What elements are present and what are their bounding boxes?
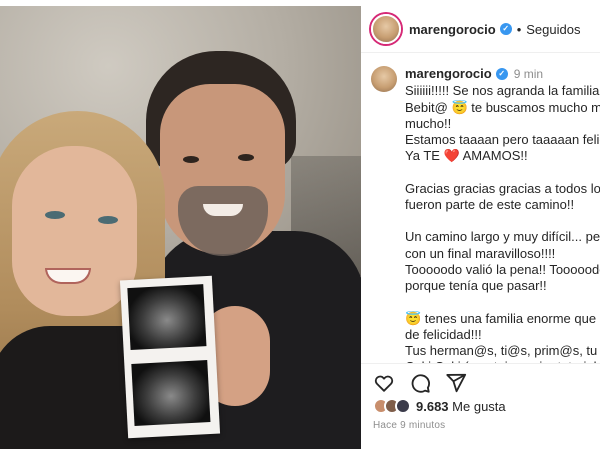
caption-header: marengorocio ✓ 9 min (405, 66, 591, 82)
caption-line: Siiiiii!!!!! Se nos agranda la familia!!… (405, 83, 600, 99)
man-smile (203, 204, 243, 216)
caption-line: Un camino largo y muy difícil... pero (405, 229, 600, 245)
man-left-eye (183, 156, 199, 163)
following-button[interactable]: Seguidos (526, 22, 580, 37)
likes-count-text[interactable]: 9.683 Me gusta (416, 399, 506, 414)
post-actions (373, 372, 467, 394)
woman-right-eye (98, 216, 118, 224)
caption-gap (405, 165, 591, 181)
likes-count: 9.683 (416, 398, 449, 414)
verified-badge-icon: ✓ (495, 68, 508, 81)
caption-line: Tus herman@s, ti@s, prim@s, tu abuel (405, 343, 600, 359)
caption-line: fueron parte de este camino!! (405, 197, 575, 213)
caption-username[interactable]: marengorocio (405, 66, 492, 82)
post-side-panel: marengorocio ✓ • Seguidos marengorocio ✓… (361, 6, 600, 449)
caption-timestamp[interactable]: 9 min (514, 66, 543, 82)
caption-text: Siiiiii!!!!! Se nos agranda la familia!!… (405, 83, 600, 363)
woman-left-eye (45, 211, 65, 219)
woman-face (12, 146, 137, 316)
actions-divider (361, 363, 600, 364)
profile-avatar[interactable] (371, 14, 401, 44)
comment-bubble-icon[interactable] (409, 372, 431, 394)
post-time-ago[interactable]: Hace 9 minutos (373, 420, 445, 431)
ultrasound-printout (119, 275, 221, 439)
heart-outline-icon[interactable] (373, 372, 395, 394)
caption-line: Ya TE ❤️ AMAMOS!! (405, 148, 528, 164)
man-right-eye (238, 154, 254, 161)
post-photo[interactable] (0, 6, 361, 449)
caption-gap (405, 295, 591, 311)
caption-line: porque tenía que pasar!! (405, 278, 547, 294)
post-header: marengorocio ✓ • Seguidos (361, 6, 600, 53)
liker-avatar (395, 398, 411, 414)
ultrasound-image-top (127, 284, 207, 351)
caption-line: 😇 tenes una familia enorme que estall (405, 310, 600, 326)
header-username[interactable]: marengorocio (409, 22, 496, 37)
caption-line: Gracias gracias gracias a todos los que (405, 180, 600, 196)
caption-line: mucho!! (405, 115, 452, 131)
likes-label: Me gusta (452, 398, 506, 414)
likes-row[interactable]: 9.683 Me gusta (373, 398, 506, 414)
caption-avatar[interactable] (371, 66, 397, 92)
instagram-post-window: marengorocio ✓ • Seguidos marengorocio ✓… (0, 0, 600, 449)
caption-line: Tooooodo valió la pena!! Tooooodo paso (405, 261, 600, 277)
verified-badge-icon: ✓ (499, 23, 512, 35)
caption-body: marengorocio ✓ 9 min Siiiiii!!!!! Se nos… (405, 66, 600, 363)
caption-section: marengorocio ✓ 9 min Siiiiii!!!!! Se nos… (361, 60, 600, 363)
paper-plane-icon[interactable] (445, 372, 467, 394)
caption-gap (405, 213, 591, 229)
caption-line: Estamos taaaan pero taaaaan felices. (405, 132, 600, 148)
ultrasound-image-bottom (131, 360, 211, 426)
caption-line: de felicidad!!! (405, 326, 482, 342)
caption-line: con un final maravilloso!!!! (405, 245, 556, 261)
caption-line: Bebit@ 😇 te buscamos mucho mucho (405, 99, 600, 115)
header-separator: • (516, 21, 522, 37)
